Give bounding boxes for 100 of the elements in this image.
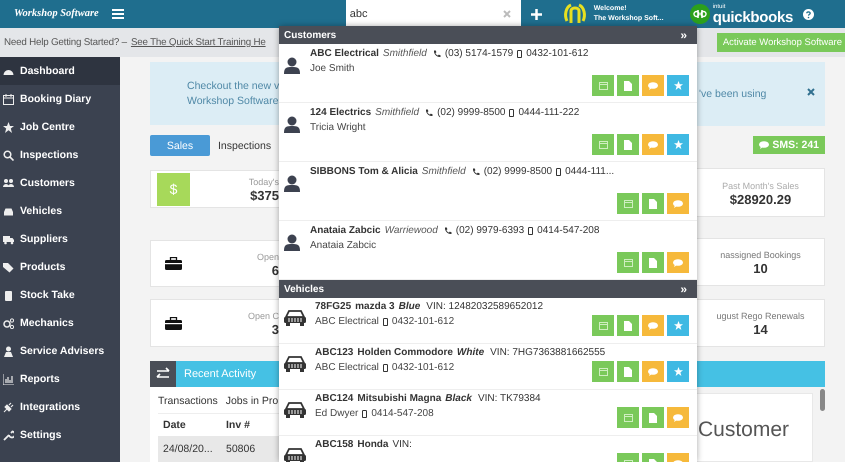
registration: ABC123 bbox=[315, 347, 354, 358]
vehicle-model: Holden Commodore bbox=[357, 347, 453, 358]
calendar-button[interactable] bbox=[592, 361, 614, 382]
sidebar-item[interactable]: Job Centre bbox=[0, 113, 120, 141]
star-icon bbox=[674, 367, 682, 376]
qb-logo-icon[interactable] bbox=[690, 4, 710, 24]
calendar-button[interactable] bbox=[617, 407, 639, 428]
message-button[interactable] bbox=[642, 75, 664, 96]
sidebar-item[interactable]: Suppliers bbox=[0, 225, 120, 253]
mobile-icon bbox=[382, 318, 388, 326]
document-button[interactable] bbox=[642, 193, 664, 214]
sidebar-item[interactable]: Products bbox=[0, 253, 120, 281]
sidebar-item[interactable]: Inspections bbox=[0, 141, 120, 169]
vehicle-result[interactable]: ABC158 Honda VIN: bbox=[279, 436, 697, 462]
stat-label: Open C bbox=[248, 310, 279, 324]
close-icon[interactable] bbox=[807, 88, 815, 96]
calendar-icon bbox=[624, 199, 632, 208]
mobile-number: 0432-101-612 bbox=[392, 316, 454, 327]
vehicle-colour: White bbox=[456, 347, 484, 358]
sidebar-item[interactable]: Vehicles bbox=[0, 197, 120, 225]
mobile-number: 0414-547-208 bbox=[537, 225, 600, 236]
stat-value: 6 bbox=[272, 264, 279, 278]
person-icon bbox=[284, 116, 300, 134]
calendar-button[interactable] bbox=[617, 252, 639, 273]
owner-name: Ed Dwyer bbox=[315, 408, 358, 419]
sidebar-item[interactable]: Customers bbox=[0, 169, 120, 197]
speech-bubble-icon bbox=[648, 140, 658, 148]
expand-icon[interactable]: » bbox=[680, 28, 687, 42]
truck-icon bbox=[3, 234, 14, 244]
message-button[interactable] bbox=[667, 407, 689, 428]
sidebar-item[interactable]: Dashboard bbox=[0, 57, 120, 85]
car-icon bbox=[3, 206, 14, 216]
search-field[interactable]: abc bbox=[346, 0, 521, 28]
sidebar-item[interactable]: Reports bbox=[0, 365, 120, 393]
stat-value: $28920.29 bbox=[730, 192, 792, 206]
customer-result[interactable]: 124 Electrics Smithfield (02) 9999-8500 0444-111-222 Tricia Wright bbox=[279, 103, 697, 162]
clear-icon[interactable] bbox=[502, 10, 511, 18]
notice-text: Checkout the new v bbox=[187, 78, 279, 94]
sidebar-item[interactable]: Stock Take bbox=[0, 281, 120, 309]
vehicle-result[interactable]: 78FG25 mazda 3 Blue VIN: 12482032589652012 ABC Electrical 0432-101-612 bbox=[279, 298, 697, 344]
vehicle-model: Mitsubishi Magna bbox=[357, 393, 442, 404]
sidebar-item[interactable]: Integrations bbox=[0, 393, 120, 421]
document-button[interactable] bbox=[617, 361, 639, 382]
help-icon[interactable] bbox=[803, 8, 814, 20]
mobile-icon bbox=[362, 410, 368, 418]
stat-label: nassigned Bookings bbox=[720, 249, 801, 262]
document-icon bbox=[624, 366, 632, 376]
calendar-icon bbox=[624, 258, 632, 267]
customer-result[interactable]: ABC Electrical Smithfield (03) 5174-1579 0432-101-612 Joe Smith bbox=[279, 44, 697, 103]
sidebar-item[interactable]: Mechanics bbox=[0, 309, 120, 337]
sidebar-item[interactable]: Booking Diary bbox=[0, 85, 120, 113]
calendar-button[interactable] bbox=[592, 315, 614, 336]
stat-label: Past Month's Sales bbox=[722, 180, 799, 192]
calendar-button[interactable] bbox=[592, 134, 614, 155]
bar-chart-icon bbox=[3, 374, 14, 384]
document-button[interactable] bbox=[617, 315, 639, 336]
table-row[interactable]: 24/08/20... 50806 bbox=[158, 436, 279, 462]
calendar-button[interactable] bbox=[617, 193, 639, 214]
star-button[interactable] bbox=[667, 75, 689, 96]
document-button[interactable] bbox=[617, 75, 639, 96]
stat-value: $375 bbox=[250, 189, 279, 204]
activity-tab[interactable]: Jobs in Pro bbox=[226, 394, 278, 407]
document-button[interactable] bbox=[617, 134, 639, 155]
message-button[interactable] bbox=[667, 193, 689, 214]
star-button[interactable] bbox=[667, 315, 689, 336]
gears-icon bbox=[3, 318, 14, 328]
activity-tab[interactable]: Transactions bbox=[158, 394, 218, 407]
registration: ABC124 bbox=[315, 393, 354, 404]
customer-result[interactable]: SIBBONS Tom & Alicia Smithfield (02) 9999-8500 0444-111... bbox=[279, 162, 697, 221]
suburb: Smithfield bbox=[382, 48, 427, 59]
owner-name: ABC Electrical bbox=[315, 316, 379, 327]
car-icon bbox=[283, 401, 307, 419]
message-button[interactable] bbox=[642, 315, 664, 336]
training-link[interactable]: See The Quick Start Training He bbox=[130, 37, 266, 48]
vehicle-result[interactable]: ABC124 Mitsubishi Magna Black VIN: TK79384 Ed Dwyer 0414-547-208 bbox=[279, 390, 697, 436]
message-button[interactable] bbox=[642, 134, 664, 155]
document-button[interactable] bbox=[642, 407, 664, 428]
tab[interactable]: Inspections bbox=[212, 135, 278, 156]
speech-bubble-icon bbox=[673, 258, 683, 266]
phone-icon bbox=[444, 226, 452, 234]
menu-icon[interactable] bbox=[112, 9, 124, 19]
sidebar-item[interactable]: Settings bbox=[0, 421, 120, 449]
scrollbar[interactable] bbox=[820, 389, 825, 411]
plug-icon bbox=[3, 402, 14, 412]
sidebar-item[interactable]: Service Advisers bbox=[0, 337, 120, 365]
customer-name: SIBBONS Tom & Alicia bbox=[310, 166, 418, 177]
document-button[interactable] bbox=[642, 252, 664, 273]
star-button[interactable] bbox=[667, 134, 689, 155]
app-logo[interactable]: Workshop Software bbox=[14, 7, 99, 21]
expand-icon[interactable]: » bbox=[680, 282, 687, 296]
phone-number: (02) 9999-8500 bbox=[484, 166, 552, 177]
stat-label: Open bbox=[256, 250, 279, 264]
message-button[interactable] bbox=[667, 252, 689, 273]
star-button[interactable] bbox=[667, 361, 689, 382]
calendar-button[interactable] bbox=[592, 75, 614, 96]
add-icon[interactable] bbox=[530, 8, 542, 20]
message-button[interactable] bbox=[642, 361, 664, 382]
mobile-number: 0444-111... bbox=[565, 166, 614, 177]
suburb: Smithfield bbox=[422, 166, 466, 177]
vehicle-result[interactable]: ABC123 Holden Commodore White VIN: 7HG7363881662555 ABC Electrical 0432-101-612 bbox=[279, 344, 697, 390]
